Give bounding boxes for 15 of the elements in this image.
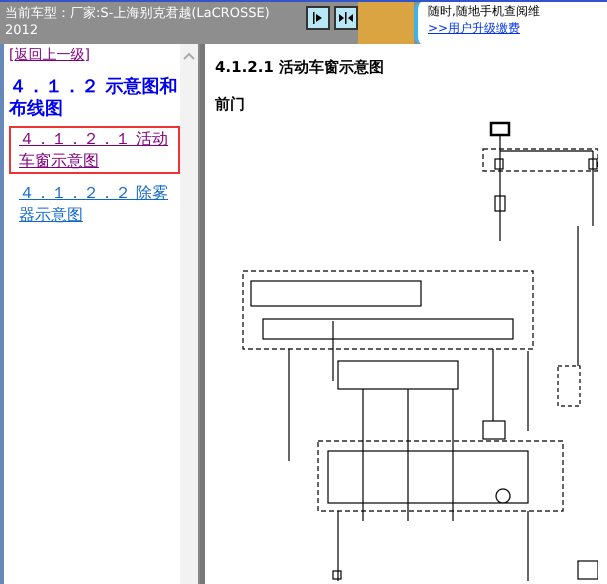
next-button[interactable]: [306, 6, 330, 30]
compare-button[interactable]: [334, 6, 358, 30]
arrows-inward-icon: [338, 12, 353, 24]
mascot-picture: [358, 2, 414, 44]
arrow-right-icon: [312, 12, 323, 24]
upgrade-link[interactable]: >>用户升级缴费: [428, 20, 520, 37]
car-model-text: 2012: [5, 22, 40, 39]
car-model-text: 当前车型：厂家:S-上海别克君越(LaCROSSE): [5, 5, 271, 22]
ad-text: 随时,随地手机查阅维: [428, 3, 541, 20]
page-subtitle: 前门: [215, 94, 246, 114]
section-heading: ４．１．２ 示意图和布线图: [9, 76, 178, 120]
nav-link[interactable]: ４．１．２．１ 活动车窗示意图: [9, 126, 180, 174]
page-title: 4.1.2.1 活动车窗示意图: [215, 57, 386, 78]
nav-link[interactable]: ４．１．２．２ 除雾器示意图: [9, 180, 180, 228]
back-link[interactable]: [返回上一级]: [9, 45, 90, 66]
